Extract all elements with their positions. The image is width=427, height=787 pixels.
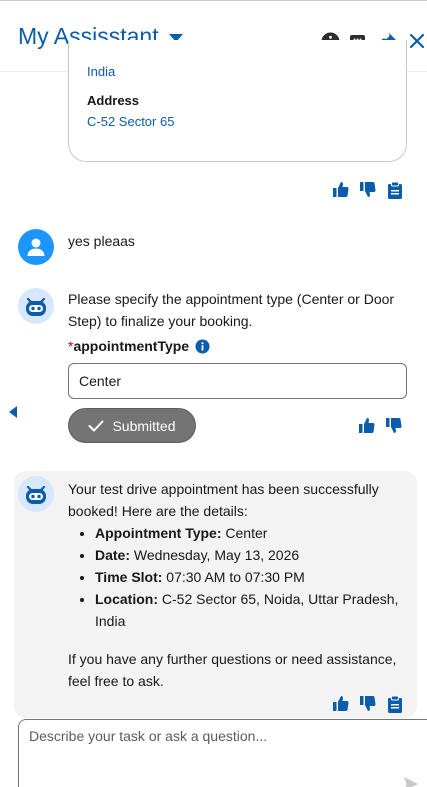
thumbs-up-icon[interactable]	[331, 694, 350, 713]
detail-value: Center	[221, 525, 268, 541]
message-input[interactable]	[29, 728, 409, 787]
bot-prompt-text: Please specify the appointment type (Cen…	[68, 291, 395, 329]
detail-label: Appointment Type:	[95, 525, 222, 541]
user-message-text: yes pleaas	[68, 233, 135, 249]
detail-item: Location: C-52 Sector 65, Noida, Uttar P…	[95, 588, 413, 632]
message-composer	[18, 719, 427, 787]
appointment-type-input[interactable]: Center	[68, 363, 407, 399]
detail-label: Location:	[95, 591, 158, 607]
thumbs-up-icon[interactable]	[331, 180, 350, 199]
confirmation-intro: Your test drive appointment has been suc…	[68, 481, 379, 519]
confirmation-closing: If you have any further questions or nee…	[68, 651, 397, 689]
thumbs-down-icon[interactable]	[358, 180, 377, 199]
message-actions	[331, 180, 404, 199]
robot-icon	[26, 485, 46, 504]
bot-avatar	[18, 476, 54, 512]
bot-avatar	[18, 288, 54, 324]
user-avatar	[18, 229, 54, 265]
submitted-label: Submitted	[112, 417, 176, 434]
country-value: India	[87, 64, 116, 79]
record-card: India Address C-52 Sector 65	[68, 40, 407, 162]
confirmation-text: Your test drive appointment has been suc…	[68, 478, 413, 692]
field-label-text: appointmentType	[73, 338, 190, 354]
detail-item: Appointment Type: Center	[95, 522, 413, 544]
appointment-details-list: Appointment Type: Center Date: Wednesday…	[95, 522, 413, 632]
send-icon[interactable]	[403, 776, 419, 787]
detail-value: 07:30 AM to 07:30 PM	[162, 569, 305, 585]
address-value: C-52 Sector 65	[87, 114, 175, 129]
detail-item: Date: Wednesday, May 13, 2026	[95, 544, 413, 566]
detail-item: Time Slot: 07:30 AM to 07:30 PM	[95, 566, 413, 588]
thumbs-down-icon[interactable]	[358, 694, 377, 713]
submitted-button[interactable]: Submitted	[68, 408, 196, 443]
close-icon[interactable]	[407, 31, 427, 51]
detail-label: Time Slot:	[95, 569, 163, 585]
prompt-actions	[357, 416, 403, 435]
message-actions	[331, 694, 404, 713]
address-label: Address	[87, 93, 140, 108]
copy-clipboard-icon[interactable]	[385, 180, 404, 199]
appointment-type-label: *appointmentType	[68, 338, 210, 354]
user-icon	[27, 238, 45, 256]
thumbs-down-icon[interactable]	[384, 416, 403, 435]
robot-icon	[26, 297, 46, 316]
thumbs-up-icon[interactable]	[357, 416, 376, 435]
detail-value: Wednesday, May 13, 2026	[130, 547, 300, 563]
detail-label: Date:	[95, 547, 131, 563]
collapse-left-icon[interactable]	[9, 406, 17, 418]
info-icon[interactable]	[195, 339, 210, 354]
check-icon	[88, 420, 104, 431]
copy-clipboard-icon[interactable]	[385, 694, 404, 713]
